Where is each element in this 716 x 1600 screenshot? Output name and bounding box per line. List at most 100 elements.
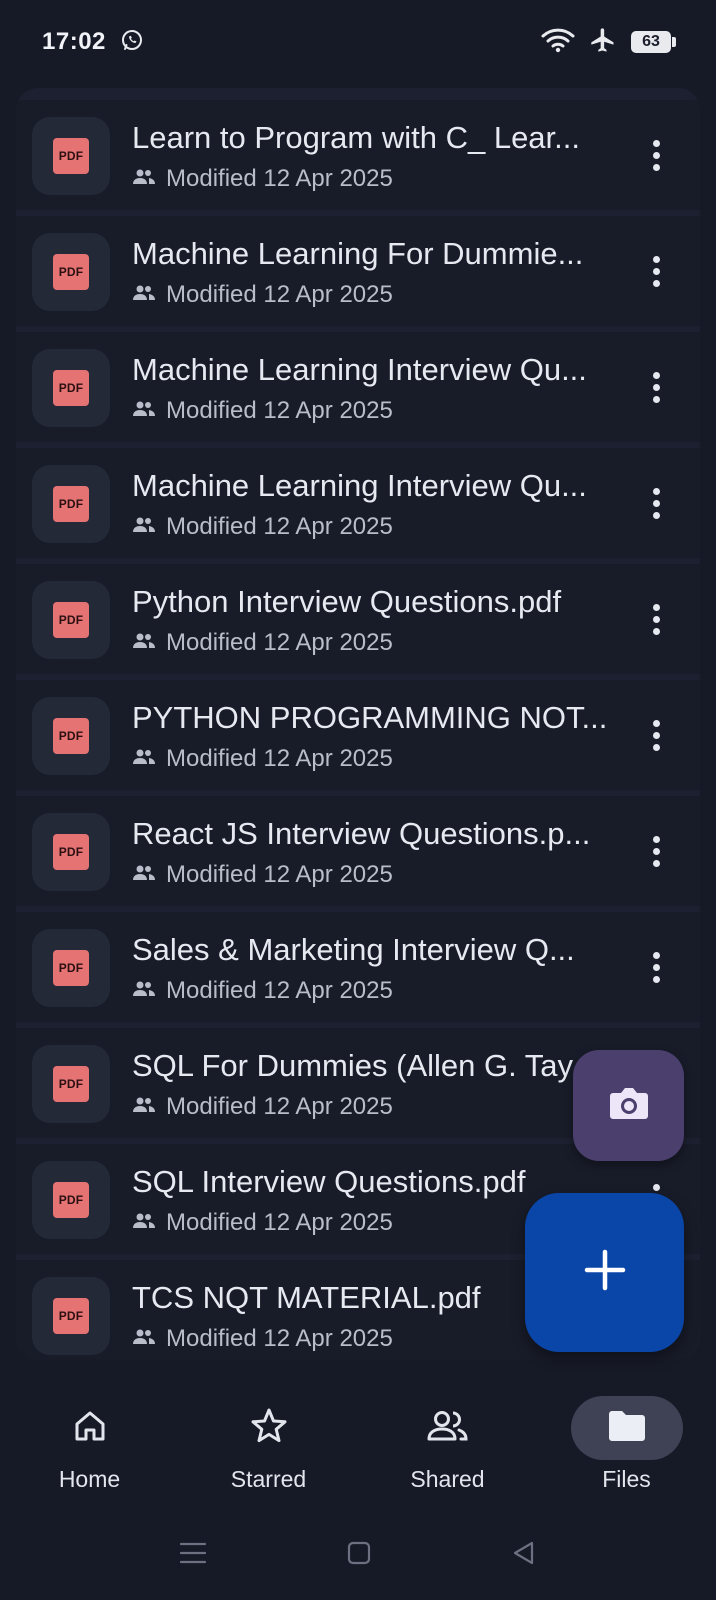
shared-people-icon	[424, 1406, 472, 1451]
pdf-file-icon: PDF	[53, 718, 89, 754]
nav-shared[interactable]: Shared	[358, 1380, 537, 1510]
new-item-button[interactable]	[525, 1193, 684, 1352]
drive-files-screen: 17:02 63 PDF Learn to Program with C_ Le…	[0, 0, 716, 1600]
battery-level: 63	[631, 31, 671, 53]
pdf-file-icon: PDF	[53, 138, 89, 174]
file-name: SQL Interview Questions.pdf	[132, 1164, 526, 1199]
status-bar: 17:02 63	[0, 0, 716, 84]
file-name: React JS Interview Questions.p...	[132, 816, 591, 851]
nav-home[interactable]: Home	[0, 1380, 179, 1510]
nav-files[interactable]: Files	[537, 1380, 716, 1510]
scan-camera-button[interactable]	[573, 1050, 684, 1161]
airplane-icon	[589, 26, 617, 59]
nav-starred[interactable]: Starred	[179, 1380, 358, 1510]
shared-people-icon	[132, 863, 156, 888]
file-row[interactable]: PDF React JS Interview Questions.p... Mo…	[16, 796, 700, 906]
file-modified-date: Modified 12 Apr 2025	[166, 745, 393, 772]
more-options-button[interactable]	[636, 715, 676, 755]
file-name: PYTHON PROGRAMMING NOT...	[132, 700, 608, 735]
file-thumbnail: PDF	[32, 1161, 110, 1239]
file-name: Machine Learning Interview Qu...	[132, 352, 587, 387]
whatsapp-icon	[120, 28, 144, 57]
wifi-icon	[541, 27, 575, 58]
file-row[interactable]: PDF Learn to Program with C_ Lear... Mod…	[16, 100, 700, 210]
file-thumbnail: PDF	[32, 349, 110, 427]
file-modified-date: Modified 12 Apr 2025	[166, 1093, 393, 1120]
system-navigation-bar	[0, 1520, 716, 1590]
file-modified-date: Modified 12 Apr 2025	[166, 861, 393, 888]
file-row[interactable]: PDF Machine Learning Interview Qu... Mod…	[16, 448, 700, 558]
file-name: Machine Learning Interview Qu...	[132, 468, 587, 503]
star-icon	[249, 1406, 289, 1451]
home-icon	[70, 1406, 110, 1451]
file-thumbnail: PDF	[32, 697, 110, 775]
file-thumbnail: PDF	[32, 117, 110, 195]
shared-people-icon	[132, 399, 156, 424]
camera-icon	[607, 1083, 651, 1128]
battery-icon: 63	[631, 31, 676, 53]
nav-files-label: Files	[602, 1466, 651, 1492]
pdf-file-icon: PDF	[53, 1182, 89, 1218]
recents-menu-icon[interactable]	[178, 1540, 208, 1571]
pdf-file-icon: PDF	[53, 370, 89, 406]
file-row[interactable]: PDF Sales & Marketing Interview Q... Mod…	[16, 912, 700, 1022]
file-thumbnail: PDF	[32, 813, 110, 891]
file-name: Machine Learning For Dummie...	[132, 236, 584, 271]
more-options-button[interactable]	[636, 483, 676, 523]
pdf-file-icon: PDF	[53, 254, 89, 290]
file-modified-date: Modified 12 Apr 2025	[166, 397, 393, 424]
shared-people-icon	[132, 167, 156, 192]
file-modified-date: Modified 12 Apr 2025	[166, 165, 393, 192]
file-name: SQL For Dummies (Allen G. Tay	[132, 1048, 574, 1083]
shared-people-icon	[132, 979, 156, 1004]
file-thumbnail: PDF	[32, 233, 110, 311]
pdf-file-icon: PDF	[53, 602, 89, 638]
more-options-button[interactable]	[636, 251, 676, 291]
file-modified-date: Modified 12 Apr 2025	[166, 513, 393, 540]
pdf-file-icon: PDF	[53, 1066, 89, 1102]
more-options-button[interactable]	[636, 599, 676, 639]
plus-icon	[583, 1248, 627, 1297]
file-thumbnail: PDF	[32, 929, 110, 1007]
more-options-button[interactable]	[636, 831, 676, 871]
shared-people-icon	[132, 1211, 156, 1236]
file-thumbnail: PDF	[32, 581, 110, 659]
shared-people-icon	[132, 1095, 156, 1120]
file-name: Sales & Marketing Interview Q...	[132, 932, 575, 967]
nav-starred-label: Starred	[230, 1466, 307, 1492]
file-modified-date: Modified 12 Apr 2025	[166, 281, 393, 308]
folder-icon	[606, 1408, 648, 1449]
file-modified-date: Modified 12 Apr 2025	[166, 1209, 393, 1236]
file-row[interactable]: PDF Machine Learning Interview Qu... Mod…	[16, 332, 700, 442]
shared-people-icon	[132, 515, 156, 540]
more-options-button[interactable]	[636, 367, 676, 407]
shared-people-icon	[132, 283, 156, 308]
file-thumbnail: PDF	[32, 465, 110, 543]
file-modified-date: Modified 12 Apr 2025	[166, 977, 393, 1004]
pdf-file-icon: PDF	[53, 1298, 89, 1334]
shared-people-icon	[132, 631, 156, 656]
file-name: Learn to Program with C_ Lear...	[132, 120, 581, 155]
file-modified-date: Modified 12 Apr 2025	[166, 629, 393, 656]
pdf-file-icon: PDF	[53, 950, 89, 986]
nav-home-label: Home	[58, 1466, 121, 1492]
home-square-icon[interactable]	[345, 1539, 373, 1572]
nav-shared-label: Shared	[410, 1466, 485, 1492]
pdf-file-icon: PDF	[53, 834, 89, 870]
pdf-file-icon: PDF	[53, 486, 89, 522]
back-triangle-icon[interactable]	[510, 1539, 538, 1572]
file-row[interactable]: PDF Python Interview Questions.pdf Modif…	[16, 564, 700, 674]
file-thumbnail: PDF	[32, 1277, 110, 1355]
more-options-button[interactable]	[636, 135, 676, 175]
file-thumbnail: PDF	[32, 1045, 110, 1123]
shared-people-icon	[132, 1327, 156, 1352]
file-modified-date: Modified 12 Apr 2025	[166, 1325, 393, 1352]
status-time: 17:02	[42, 28, 106, 55]
shared-people-icon	[132, 747, 156, 772]
file-list: PDF Learn to Program with C_ Lear... Mod…	[16, 88, 700, 1360]
bottom-navigation: Home Starred Shared Files	[0, 1380, 716, 1510]
file-row[interactable]: PDF PYTHON PROGRAMMING NOT... Modified 1…	[16, 680, 700, 790]
more-options-button[interactable]	[636, 947, 676, 987]
file-row[interactable]: PDF Machine Learning For Dummie... Modif…	[16, 216, 700, 326]
file-name: Python Interview Questions.pdf	[132, 584, 562, 619]
